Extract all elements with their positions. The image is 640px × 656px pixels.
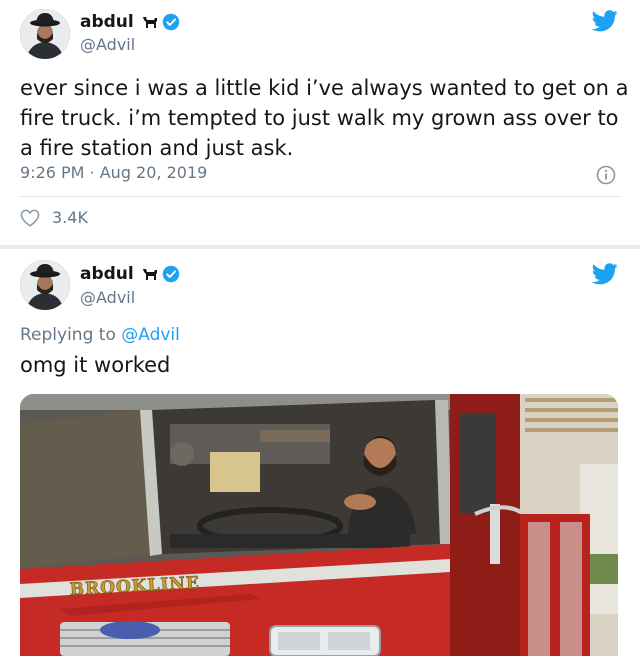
avatar-image xyxy=(20,9,70,59)
tweet-text: omg it worked xyxy=(20,353,171,377)
info-icon[interactable] xyxy=(596,165,616,185)
verified-badge-icon xyxy=(162,13,179,31)
avatar-image xyxy=(20,260,70,310)
author-name[interactable]: abdul xyxy=(80,264,134,284)
tweet-card-original[interactable]: abdul @Advil ever since i was a little k… xyxy=(0,0,640,245)
divider xyxy=(20,196,620,197)
verified-badge-icon xyxy=(162,265,179,283)
author-name[interactable]: abdul xyxy=(80,12,134,32)
dog-icon xyxy=(142,269,157,280)
replying-to-line: Replying to @Advil xyxy=(20,325,180,345)
tweet-timestamp[interactable]: 9:26 PM · Aug 20, 2019 xyxy=(20,163,207,182)
tweet-text: ever since i was a little kid i’ve alway… xyxy=(20,76,629,160)
replying-to-prefix: Replying to xyxy=(20,325,122,345)
fire-truck-photo: BROOKLINE xyxy=(20,394,618,656)
author-handle[interactable]: @Advil xyxy=(80,288,135,307)
twitter-bird-icon[interactable] xyxy=(592,263,618,285)
tweet-photo[interactable]: BROOKLINE xyxy=(20,394,618,656)
replying-to-link[interactable]: @Advil xyxy=(121,325,180,345)
tweet-card-reply[interactable]: abdul @Advil Replying to @Advil omg it w… xyxy=(0,249,640,656)
like-count: 3.4K xyxy=(52,208,88,227)
avatar[interactable] xyxy=(20,260,70,310)
dog-icon xyxy=(142,17,157,28)
like-button[interactable]: 3.4K xyxy=(20,208,88,227)
author-handle[interactable]: @Advil xyxy=(80,35,135,54)
twitter-bird-icon[interactable] xyxy=(592,10,618,32)
heart-icon xyxy=(20,209,40,227)
avatar[interactable] xyxy=(20,9,70,59)
